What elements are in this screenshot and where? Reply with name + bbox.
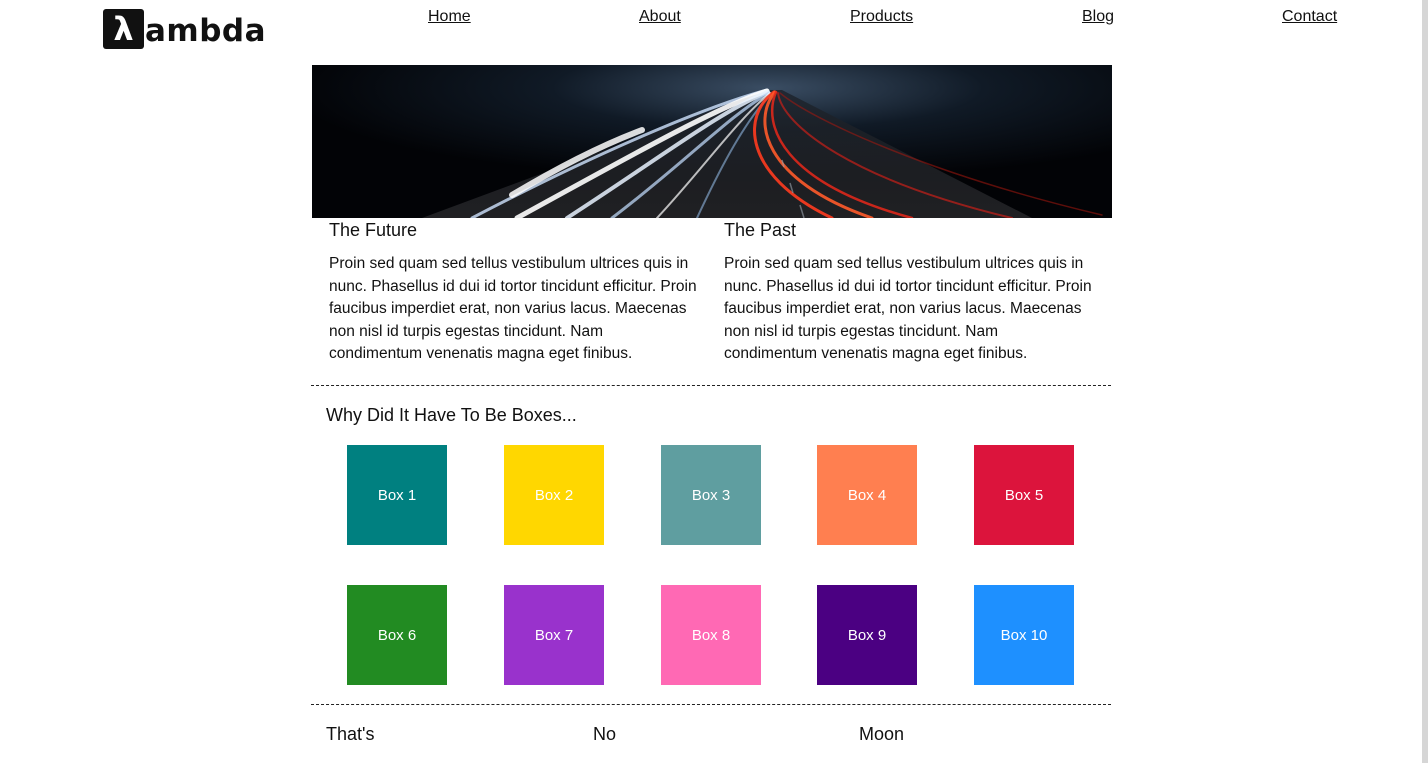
column-title: The Future xyxy=(329,220,418,240)
column-the-past: The Past Proin sed quam sed tellus vesti… xyxy=(724,218,1094,366)
page: λ ambda Home About Products Blog Contact xyxy=(0,0,1428,763)
footer-word-thats: That's xyxy=(326,724,375,744)
box-6: Box 6 xyxy=(347,585,447,685)
hero-image xyxy=(312,65,1112,218)
footer-word-no: No xyxy=(593,724,617,744)
box-1: Box 1 xyxy=(347,445,447,545)
lambda-logo-icon: λ xyxy=(103,9,144,49)
scrollbar-thumb[interactable] xyxy=(1422,0,1428,763)
logo-text: ambda xyxy=(145,13,267,49)
box-7: Box 7 xyxy=(504,585,604,685)
footer-word-moon: Moon xyxy=(859,724,905,744)
box-2: Box 2 xyxy=(504,445,604,545)
section-divider xyxy=(311,385,1111,386)
nav-link-products[interactable]: Products xyxy=(850,8,913,26)
nav-link-contact[interactable]: Contact xyxy=(1282,8,1337,26)
nav-link-home[interactable]: Home xyxy=(428,8,471,26)
nav-link-about[interactable]: About xyxy=(639,8,681,26)
section-divider xyxy=(311,704,1111,705)
box-3: Box 3 xyxy=(661,445,761,545)
column-the-future: The Future Proin sed quam sed tellus ves… xyxy=(329,218,699,366)
column-text: Proin sed quam sed tellus vestibulum ult… xyxy=(724,255,1092,362)
scrollbar-track[interactable] xyxy=(1422,0,1428,763)
lambda-logo[interactable]: λ ambda xyxy=(103,9,266,49)
box-10: Box 10 xyxy=(974,585,1074,685)
column-text: Proin sed quam sed tellus vestibulum ult… xyxy=(329,255,697,362)
boxes-section-title: Why Did It Have To Be Boxes... xyxy=(326,405,577,425)
box-8: Box 8 xyxy=(661,585,761,685)
nav-link-blog[interactable]: Blog xyxy=(1082,8,1114,26)
column-title: The Past xyxy=(724,220,797,240)
box-5: Box 5 xyxy=(974,445,1074,545)
box-9: Box 9 xyxy=(817,585,917,685)
box-4: Box 4 xyxy=(817,445,917,545)
